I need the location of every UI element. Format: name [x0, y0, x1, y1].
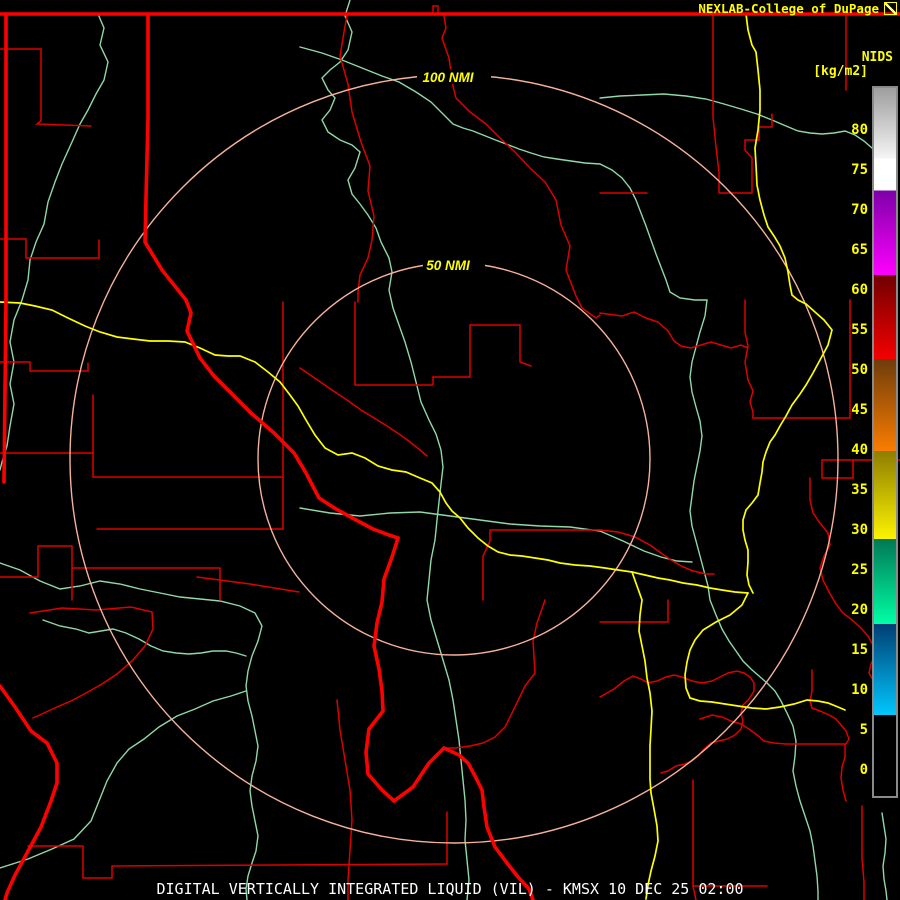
product-caption: DIGITAL VERTICALLY INTEGRATED LIQUID (VI…	[156, 880, 744, 898]
colorbar-tick-40: 40	[851, 442, 868, 458]
colorbar-tick-10: 10	[851, 682, 868, 698]
range-ring-label: 50 NMI	[426, 258, 470, 273]
radar-display: 100 NMI 50 NMI NEXLAB-College of DuPage N…	[0, 0, 900, 900]
vil-colorbar-gradient	[874, 88, 896, 796]
colorbar-tick-15: 15	[851, 642, 868, 658]
colorbar-tick-35: 35	[851, 482, 868, 498]
colorbar-tick-80: 80	[851, 122, 868, 138]
colorbar-tick-75: 75	[851, 162, 868, 178]
vil-colorbar	[872, 86, 898, 798]
colorbar-tick-0: 0	[859, 762, 868, 778]
brand-text: NEXLAB-College of DuPage	[698, 1, 879, 16]
colorbar-tick-20: 20	[851, 602, 868, 618]
colorbar-tick-5: 5	[859, 722, 868, 738]
radar-map-canvas: 100 NMI 50 NMI	[0, 0, 900, 900]
colorbar-title-units: [kg/m2]	[813, 64, 868, 79]
colorbar-tick-60: 60	[851, 282, 868, 298]
colorbar-tick-55: 55	[851, 322, 868, 338]
layer-highways	[0, 13, 846, 900]
colorbar-tick-70: 70	[851, 202, 868, 218]
layer-range-rings	[69, 74, 839, 844]
colorbar-title: NIDS [kg/m2]	[813, 51, 893, 79]
range-ring	[257, 262, 651, 656]
colorbar-tick-45: 45	[851, 402, 868, 418]
broken-image-icon	[884, 2, 897, 15]
range-ring	[69, 74, 839, 844]
range-ring-label: 100 NMI	[422, 70, 473, 85]
colorbar-tick-50: 50	[851, 362, 868, 378]
colorbar-title-units-system: NIDS	[861, 50, 893, 65]
colorbar-tick-65: 65	[851, 242, 868, 258]
colorbar-tick-30: 30	[851, 522, 868, 538]
site-brand: NEXLAB-College of DuPage	[698, 1, 897, 16]
colorbar-tick-25: 25	[851, 562, 868, 578]
